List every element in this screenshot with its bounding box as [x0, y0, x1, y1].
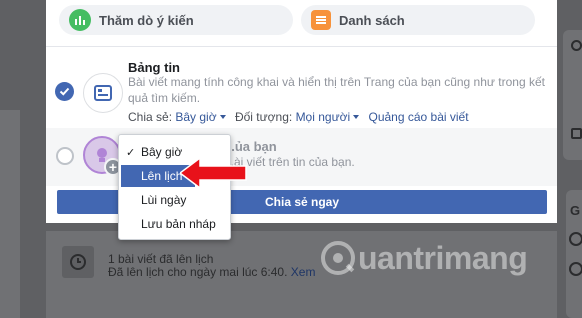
feed-description: Bài viết mang tính công khai và hiển thị…	[128, 75, 545, 105]
feed-share-settings: Chia sẻ: Bây giờ Đối tượng: Mọi người Qu…	[128, 110, 469, 124]
scheduled-posts-link[interactable]: Xem	[291, 265, 316, 279]
check-icon: ✓	[126, 146, 136, 159]
chevron-down-icon[interactable]	[353, 115, 360, 120]
messenger-icon	[569, 262, 582, 276]
watermark: uantrimang	[318, 238, 528, 278]
menu-item-label: Lên lịch	[141, 169, 183, 183]
scheduled-posts-title: 1 bài viết đã lên lịch	[108, 252, 214, 266]
scheduled-posts-subtitle: Đã lên lịch cho ngày mai lúc 6:40. Xem	[108, 265, 315, 279]
feed-option-row[interactable]: Bảng tin Bài viết mang tính công khai và…	[46, 47, 557, 127]
list-option-label: Danh sách	[339, 12, 405, 28]
clock-icon	[62, 246, 94, 278]
watermark-logo-icon	[321, 241, 355, 275]
feed-icon	[83, 73, 123, 113]
phone-icon	[569, 232, 582, 246]
story-title: ...ủa bạn	[224, 139, 277, 154]
share-label: Chia sẻ:	[128, 110, 173, 124]
menu-item-backdate[interactable]: Lùi ngày	[119, 189, 230, 211]
promote-post-link[interactable]: Quảng cáo bài viết	[369, 110, 469, 124]
chevron-down-icon[interactable]	[219, 115, 226, 120]
share-time-dropdown[interactable]: Bây giờ	[175, 110, 216, 124]
list-option-button[interactable]: Danh sách	[301, 5, 535, 35]
audience-label: Đối tượng:	[234, 110, 293, 124]
menu-item-label: Lưu bản nháp	[141, 217, 216, 231]
poll-option-label: Thăm dò ý kiến	[99, 12, 194, 28]
menu-item-label: Lùi ngày	[141, 193, 187, 207]
backdrop-icon	[571, 128, 582, 139]
feed-radio-checked[interactable]	[55, 82, 74, 101]
watermark-text: uantrimang	[358, 239, 528, 276]
menu-item-save-draft[interactable]: Lưu bản nháp	[119, 213, 230, 235]
poll-icon	[69, 9, 91, 31]
backdrop-card-left	[0, 110, 20, 318]
menu-item-label: Bây giờ	[141, 145, 183, 159]
poll-option-button[interactable]: Thăm dò ý kiến	[59, 5, 293, 35]
red-arrow-icon	[180, 156, 247, 190]
backdrop-letter: G	[570, 203, 581, 218]
scheduled-posts-text: Đã lên lịch cho ngày mai lúc 6:40.	[108, 265, 288, 279]
story-radio[interactable]	[56, 147, 74, 165]
audience-dropdown[interactable]: Mọi người	[296, 110, 351, 124]
backdrop-icon	[571, 40, 582, 51]
feed-title: Bảng tin	[128, 60, 180, 75]
list-icon	[311, 10, 331, 30]
